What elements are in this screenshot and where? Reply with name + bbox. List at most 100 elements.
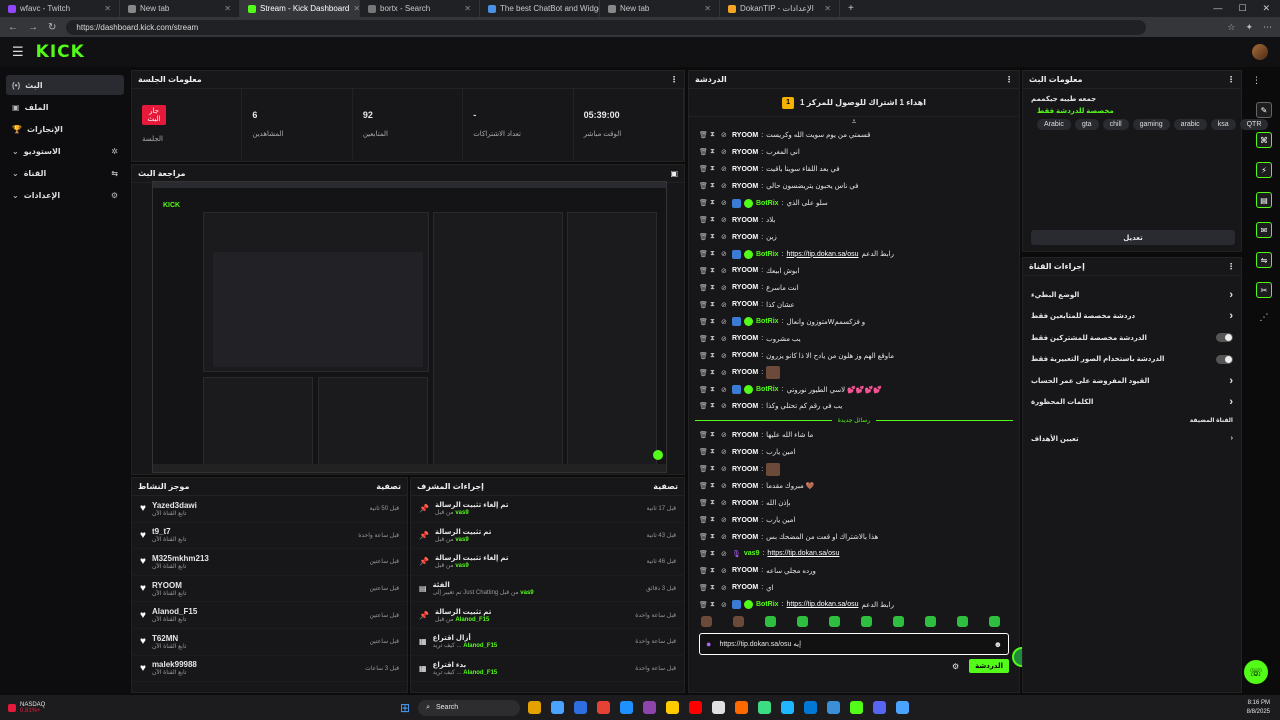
chat-username[interactable]: BotRix — [756, 318, 779, 325]
modaction-by[interactable]: Alanod_F15 — [463, 670, 497, 676]
timeout-icon[interactable]: ⧗ — [710, 533, 718, 541]
delete-icon[interactable]: 🗑 — [699, 369, 708, 377]
ban-icon[interactable]: ⊘ — [721, 516, 729, 524]
ban-icon[interactable]: ⊘ — [721, 402, 729, 410]
sidebar-item[interactable]: 🏆 الإنجازات — [6, 119, 124, 139]
timeout-icon[interactable]: ⧗ — [710, 516, 718, 524]
chat-message[interactable]: 🗑 ⧗ ⊘ 🎙 vas9: https://tip.dokan.sa/osu — [689, 546, 1019, 563]
timeout-icon[interactable]: ⧗ — [710, 402, 718, 410]
chat-message[interactable]: 🗑 ⧗ ⊘ BotRix: https://tip.dokan.sa/osu رابط ا… — [689, 596, 1019, 613]
toggle-switch[interactable] — [1216, 333, 1233, 343]
delete-icon[interactable]: 🗑 — [699, 199, 708, 207]
chat-username[interactable]: RYOOM — [732, 132, 758, 139]
ban-icon[interactable]: ⊘ — [721, 216, 729, 224]
chat-message[interactable]: 🗑 ⧗ ⊘ RYOOM: ابوش ابيعك — [689, 263, 1019, 280]
edit-button[interactable]: تعديل — [1031, 230, 1235, 245]
timeout-icon[interactable]: ⧗ — [710, 250, 718, 258]
delete-icon[interactable]: 🗑 — [699, 402, 708, 410]
ban-icon[interactable]: ⊘ — [721, 182, 729, 190]
ban-icon[interactable]: ⊘ — [721, 482, 729, 490]
ban-icon[interactable]: ⊘ — [721, 533, 729, 541]
extensions-icon[interactable]: ✦ — [1245, 22, 1253, 33]
chat-username[interactable]: RYOOM — [732, 567, 758, 574]
reload-icon[interactable]: ↻ — [48, 22, 56, 33]
delete-icon[interactable]: 🗑 — [699, 516, 708, 524]
browser-tab[interactable]: New tab ✕ — [600, 0, 720, 17]
taskbar-app-icon[interactable] — [643, 701, 657, 714]
ban-icon[interactable]: ⊘ — [721, 550, 729, 558]
chat-username[interactable]: RYOOM — [732, 284, 758, 291]
chat-username[interactable]: RYOOM — [732, 466, 758, 473]
delete-icon[interactable]: 🗑 — [699, 386, 708, 394]
clock[interactable]: 8:16 PM 8/8/2025 — [1247, 699, 1280, 717]
channelactions-more-icon[interactable]: ⋮ — [1227, 262, 1235, 271]
emoji-icon[interactable]: ☻ — [994, 640, 1002, 649]
chat-settings-icon[interactable]: ⚙ — [952, 662, 959, 671]
edit-icon[interactable]: ✎ — [1256, 102, 1272, 118]
ban-icon[interactable]: ⊘ — [721, 448, 729, 456]
delete-icon[interactable]: 🗑 — [699, 601, 708, 609]
browser-tab[interactable]: Stream - Kick Dashboard ✕ — [240, 0, 360, 17]
emote-icon[interactable] — [893, 615, 904, 627]
taskbar-app-icon[interactable] — [620, 701, 634, 714]
emote-icon[interactable] — [765, 615, 776, 627]
forward-icon[interactable]: → — [28, 22, 38, 33]
emote-icon[interactable] — [861, 615, 872, 627]
timeout-icon[interactable]: ⧗ — [710, 431, 718, 439]
hamburger-icon[interactable]: ☰ — [12, 44, 24, 60]
delete-icon[interactable]: 🗑 — [699, 448, 708, 456]
chat-username[interactable]: RYOOM — [732, 183, 758, 190]
emote-icon[interactable] — [797, 615, 808, 627]
maximize-icon[interactable]: ☐ — [1238, 3, 1246, 14]
tab-close-icon[interactable]: ✕ — [104, 4, 111, 13]
timeout-icon[interactable]: ⧗ — [710, 550, 718, 558]
new-tab-button[interactable]: + — [840, 3, 862, 14]
activity-filter[interactable]: تصفية — [376, 482, 401, 491]
taskbar-app-icon[interactable] — [528, 701, 542, 714]
taskbar-app-icon[interactable] — [574, 701, 588, 714]
delete-icon[interactable]: 🗑 — [699, 550, 708, 558]
chat-username[interactable]: RYOOM — [732, 335, 758, 342]
delete-icon[interactable]: 🗑 — [699, 431, 708, 439]
emote-icon[interactable] — [925, 615, 936, 627]
timeout-icon[interactable]: ⧗ — [710, 448, 718, 456]
delete-icon[interactable]: 🗑 — [699, 301, 708, 309]
sidebar-item[interactable]: ⌄ القناة ⇆ — [6, 163, 124, 183]
ban-icon[interactable]: ⊘ — [721, 267, 729, 275]
ban-icon[interactable]: ⊘ — [721, 318, 729, 326]
tab-close-icon[interactable]: ✕ — [464, 4, 471, 13]
tab-close-icon[interactable]: ✕ — [224, 4, 231, 13]
chat-message[interactable]: 🗑 ⧗ ⊘ RYOOM: بإذن الله — [689, 495, 1019, 512]
chat-message[interactable]: 🗑 ⧗ ⊘ RYOOM: في بعد اللقاء سوينا باقيت — [689, 161, 1019, 178]
chat-username[interactable]: RYOOM — [732, 352, 758, 359]
chat-username[interactable]: RYOOM — [732, 403, 758, 410]
timeout-icon[interactable]: ⧗ — [710, 148, 718, 156]
modaction-by[interactable]: vas9 — [455, 537, 468, 543]
chat-link[interactable]: https://tip.dokan.sa/osu — [787, 601, 859, 608]
timeout-icon[interactable]: ⧗ — [710, 267, 718, 275]
chat-username[interactable]: RYOOM — [732, 500, 758, 507]
timeout-icon[interactable]: ⧗ — [710, 318, 718, 326]
channel-action-row[interactable]: الوضع البطيء › — [1023, 284, 1241, 306]
timeout-icon[interactable]: ⧗ — [710, 465, 718, 473]
chat-message[interactable]: 🗑 ⧗ ⊘ RYOOM: هذا بالاشتراك او قعت من المضحك … — [689, 529, 1019, 546]
chat-message[interactable]: 🗑 ⧗ ⊘ RYOOM: ورده مجلي ساعه — [689, 562, 1019, 579]
chat-message[interactable]: 🗑 ⧗ ⊘ RYOOM: يب في رقم كم تحتلي وكذا — [689, 398, 1019, 415]
ban-icon[interactable]: ⊘ — [721, 584, 729, 592]
taskbar-app-icon[interactable] — [758, 701, 772, 714]
chat-username[interactable]: RYOOM — [732, 166, 758, 173]
browser-tab[interactable]: bortx - Search ✕ — [360, 0, 480, 17]
channel-action-row[interactable]: الدردشة باستخدام الصور التعبيرية فقط — [1023, 349, 1241, 371]
stream-tag[interactable]: gta — [1074, 119, 1099, 130]
emote-icon[interactable] — [829, 615, 840, 627]
chat-message[interactable]: 🗑 ⧗ ⊘ RYOOM: — [689, 461, 1019, 478]
taskbar-app-icon[interactable] — [666, 701, 680, 714]
taskbar-app-icon[interactable] — [712, 701, 726, 714]
delete-icon[interactable]: 🗑 — [699, 148, 708, 156]
share-icon[interactable]: ⋰ — [1260, 312, 1269, 323]
ban-icon[interactable]: ⊘ — [721, 352, 729, 360]
modaction-by[interactable]: vas9 — [520, 590, 533, 596]
doc-icon[interactable]: ▤ — [1256, 192, 1272, 208]
pinned-goal[interactable]: 1 اهداء 1 اشتراك للوصول للمركز 1 — [689, 89, 1019, 117]
more-icon[interactable]: ⋮ — [670, 75, 678, 84]
